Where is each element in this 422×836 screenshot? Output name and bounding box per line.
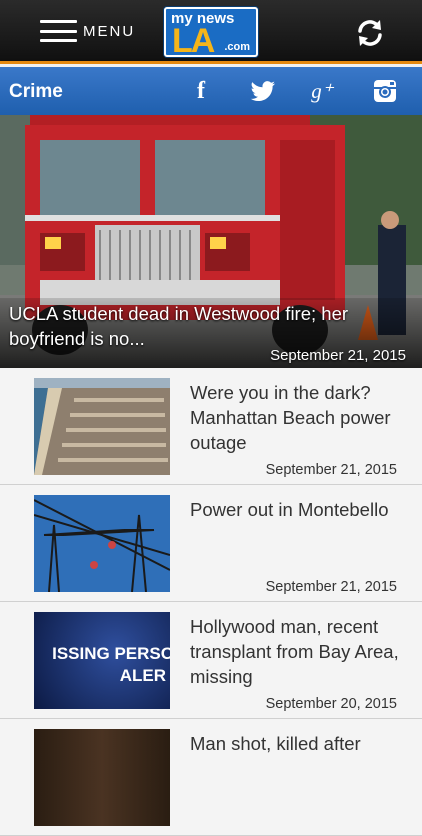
list-item[interactable]: Man shot, killed after <box>0 719 422 836</box>
twitter-icon[interactable] <box>250 79 276 103</box>
logo-main-text: LA <box>172 22 215 60</box>
top-app-bar: MENU my news LA .com <box>0 0 422 64</box>
hero-article[interactable]: UCLA student dead in Westwood fire; her … <box>0 115 422 368</box>
hero-headline: UCLA student dead in Westwood fire; her … <box>9 303 349 349</box>
article-thumbnail <box>34 729 170 826</box>
google-plus-icon[interactable]: g⁺ <box>305 79 339 103</box>
facebook-icon[interactable]: f <box>188 79 214 103</box>
hero-date: September 21, 2015 <box>270 347 406 364</box>
menu-label: MENU <box>83 22 136 40</box>
refresh-icon[interactable] <box>354 17 386 49</box>
article-headline: Power out in Montebello <box>190 499 389 520</box>
article-date: September 21, 2015 <box>265 462 397 478</box>
list-item[interactable]: ISSING PERSO ALER Hollywood man, recent … <box>0 602 422 719</box>
mynewsla-logo[interactable]: my news LA .com <box>164 7 258 60</box>
article-date: September 21, 2015 <box>265 579 397 595</box>
list-item[interactable]: Were you in the dark? Manhattan Beach po… <box>0 368 422 485</box>
article-headline: Hollywood man, recent transplant from Ba… <box>190 616 399 687</box>
section-bar: Crime f g⁺ <box>0 67 422 115</box>
logo-suffix-text: .com <box>224 41 250 53</box>
power-lines-thumbnail <box>34 495 170 592</box>
list-item[interactable]: Power out in Montebello September 21, 20… <box>0 485 422 602</box>
thumbnail-text-line-2: ALER <box>119 666 166 685</box>
section-title: Crime <box>9 81 63 102</box>
article-date: September 20, 2015 <box>265 696 397 712</box>
article-headline: Man shot, killed after <box>190 733 361 754</box>
missing-person-thumbnail: ISSING PERSO ALER <box>34 612 170 709</box>
manhattan-beach-aerial-thumbnail <box>34 378 170 475</box>
instagram-icon[interactable] <box>372 79 398 103</box>
article-headline: Were you in the dark? Manhattan Beach po… <box>190 382 391 453</box>
thumbnail-text-line-1: ISSING PERSO <box>52 644 170 663</box>
hamburger-icon <box>40 20 77 42</box>
menu-button[interactable]: MENU <box>40 20 135 42</box>
